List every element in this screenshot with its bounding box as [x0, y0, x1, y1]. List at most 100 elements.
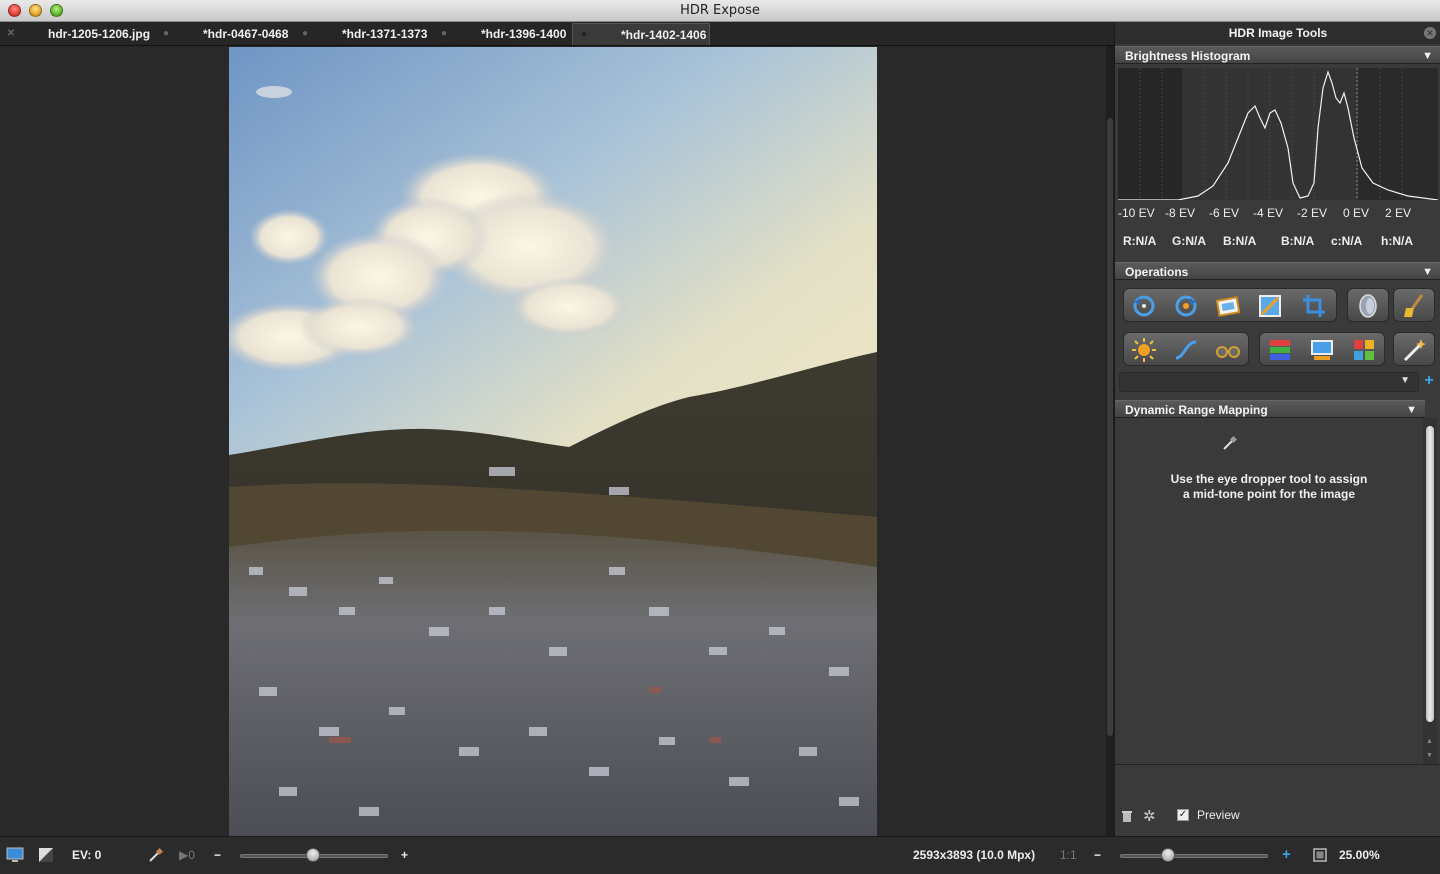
play-zero-label[interactable]: ▶0 [179, 848, 195, 862]
preset-dropdown[interactable]: ▼ [1119, 372, 1419, 392]
tab-label: hdr-1205-1206.jpg [48, 27, 151, 41]
add-operation-button[interactable]: + [1421, 372, 1437, 392]
straighten-icon[interactable] [1256, 292, 1284, 320]
zoom-slider-knob[interactable] [1161, 848, 1175, 862]
zoom-level: 25.00% [1339, 848, 1380, 862]
ev-label: -6 EV [1209, 206, 1240, 220]
ev-label: -2 EV [1297, 206, 1328, 220]
ev-label: 2 EV [1385, 206, 1412, 220]
broom-icon[interactable] [1400, 292, 1428, 320]
color-grid-icon[interactable] [1350, 336, 1378, 364]
exposure-minus-button[interactable]: − [214, 848, 221, 862]
collapse-triangle-icon[interactable]: ▼ [1422, 266, 1433, 278]
ev-label: -10 EV [1118, 206, 1155, 220]
glasses-icon[interactable] [1214, 336, 1242, 364]
tab-label: *hdr-0467-0468 [203, 27, 289, 41]
exposure-icon[interactable] [1130, 336, 1158, 364]
actual-size-button[interactable]: 1:1 [1060, 848, 1077, 862]
status-bar: EV: 0 ▶0 − + 2593x3893 (10.0 Mpx) 1:1 − … [0, 836, 1440, 874]
brightness-histogram [1118, 68, 1439, 201]
curve-icon[interactable] [1172, 336, 1200, 364]
unsaved-dot-icon[interactable]: ● [439, 29, 449, 39]
readout-g: G:N/A [1172, 234, 1206, 248]
tab-4[interactable]: ● *hdr-1396-1400 [433, 23, 572, 45]
scroll-up-icon[interactable]: ▲ [1426, 738, 1433, 745]
tab-label: *hdr-1396-1400 [481, 27, 567, 41]
window-title: HDR Expose [680, 3, 760, 18]
panel-scroll-thumb[interactable] [1426, 426, 1434, 722]
lens-icon[interactable] [1354, 292, 1382, 320]
drm-instructions: Use the eye dropper tool to assign a mid… [1115, 472, 1423, 502]
ops-lens-group [1347, 288, 1389, 322]
crop-icon[interactable] [1300, 292, 1328, 320]
histogram-title: Brightness Histogram [1125, 49, 1251, 63]
collapse-triangle-icon[interactable]: ▼ [1406, 404, 1417, 416]
chevron-down-icon: ▼ [1400, 375, 1410, 386]
panel-close-icon[interactable]: ✕ [1424, 27, 1436, 39]
close-tab-icon[interactable]: ✕ [6, 29, 16, 39]
image-dimensions: 2593x3893 (10.0 Mpx) [913, 848, 1036, 862]
zoom-slider-track[interactable] [1120, 854, 1268, 858]
operations-header[interactable]: Operations ▼ [1115, 262, 1440, 280]
readout-h: h:N/A [1381, 234, 1413, 248]
ops-cleanup-group [1393, 288, 1435, 322]
ev-readout: EV: 0 [72, 848, 102, 862]
hdr-photo[interactable] [229, 47, 877, 836]
gear-icon[interactable]: ✲ [1143, 807, 1159, 825]
ops-color-group [1259, 332, 1385, 366]
histogram-header[interactable]: Brightness Histogram ▼ [1115, 46, 1440, 64]
unsaved-dot-icon[interactable]: ● [579, 30, 589, 40]
exposure-slider-knob[interactable] [306, 848, 320, 862]
tab-3[interactable]: ● *hdr-1371-1373 [294, 23, 433, 45]
eyedropper-icon[interactable] [1221, 434, 1239, 452]
ops-geometry-group [1123, 288, 1337, 322]
color-readouts: R:N/A G:N/A B:N/A B:N/A c:N/A h:N/A [1115, 234, 1440, 250]
readout-brightness: B:N/A [1281, 234, 1315, 248]
drm-header[interactable]: Dynamic Range Mapping ▼ [1115, 400, 1425, 418]
magic-wand-icon[interactable] [1400, 336, 1428, 364]
ev-label: -8 EV [1165, 206, 1196, 220]
exposure-compare-icon[interactable] [38, 847, 56, 863]
preview-label: Preview [1197, 808, 1240, 822]
ev-label: 0 EV [1343, 206, 1370, 220]
tab-1[interactable]: ✕ hdr-1205-1206.jpg [0, 23, 155, 45]
rotate-right-icon[interactable] [1172, 292, 1200, 320]
drm-line-1: Use the eye dropper tool to assign [1170, 472, 1368, 486]
collapse-triangle-icon[interactable]: ▼ [1422, 50, 1433, 62]
frame-icon[interactable] [1214, 292, 1242, 320]
fit-to-window-icon[interactable] [1313, 848, 1327, 862]
zoom-in-button[interactable]: + [1282, 846, 1291, 863]
viewer-scroll-thumb[interactable] [1107, 118, 1113, 736]
tab-5[interactable]: ● *hdr-1402-1406 [572, 23, 710, 45]
readout-b: B:N/A [1223, 234, 1257, 248]
drm-line-2: a mid-tone point for the image [1182, 487, 1355, 501]
monitor-icon[interactable] [1308, 336, 1336, 364]
histogram-graph [1118, 68, 1439, 201]
ev-label: -4 EV [1253, 206, 1284, 220]
readout-r: R:N/A [1123, 234, 1157, 248]
scroll-down-icon[interactable]: ▼ [1426, 752, 1433, 759]
channels-icon[interactable] [1266, 336, 1294, 364]
document-tabs: ✕ hdr-1205-1206.jpg ● *hdr-0467-0468 ● *… [0, 22, 1114, 46]
ops-auto-group [1393, 332, 1435, 366]
zoom-out-button[interactable]: − [1094, 848, 1101, 862]
drm-title: Dynamic Range Mapping [1125, 403, 1268, 417]
tab-2[interactable]: ● *hdr-0467-0468 [155, 23, 294, 45]
unsaved-dot-icon[interactable]: ● [161, 29, 171, 39]
rotate-left-icon[interactable] [1130, 292, 1158, 320]
drm-content: Use the eye dropper tool to assign a mid… [1115, 418, 1423, 764]
hdr-image-tools-panel: HDR Image Tools ✕ Brightness Histogram ▼… [1114, 22, 1440, 836]
panel-scrollbar[interactable]: ▲ ▼ [1423, 418, 1437, 764]
tab-label: *hdr-1371-1373 [342, 27, 428, 41]
display-icon[interactable] [6, 847, 24, 863]
trash-icon[interactable] [1121, 809, 1133, 823]
image-viewer[interactable] [0, 46, 1114, 836]
eyedropper-icon[interactable] [148, 847, 164, 863]
operations-title: Operations [1125, 265, 1189, 279]
viewer-scrollbar[interactable] [1106, 46, 1114, 836]
panel-footer: ✲ ✓ Preview [1115, 764, 1440, 836]
unsaved-dot-icon[interactable]: ● [300, 29, 310, 39]
preview-checkbox[interactable]: ✓ [1177, 809, 1189, 821]
exposure-plus-button[interactable]: + [401, 848, 408, 862]
readout-c: c:N/A [1331, 234, 1363, 248]
